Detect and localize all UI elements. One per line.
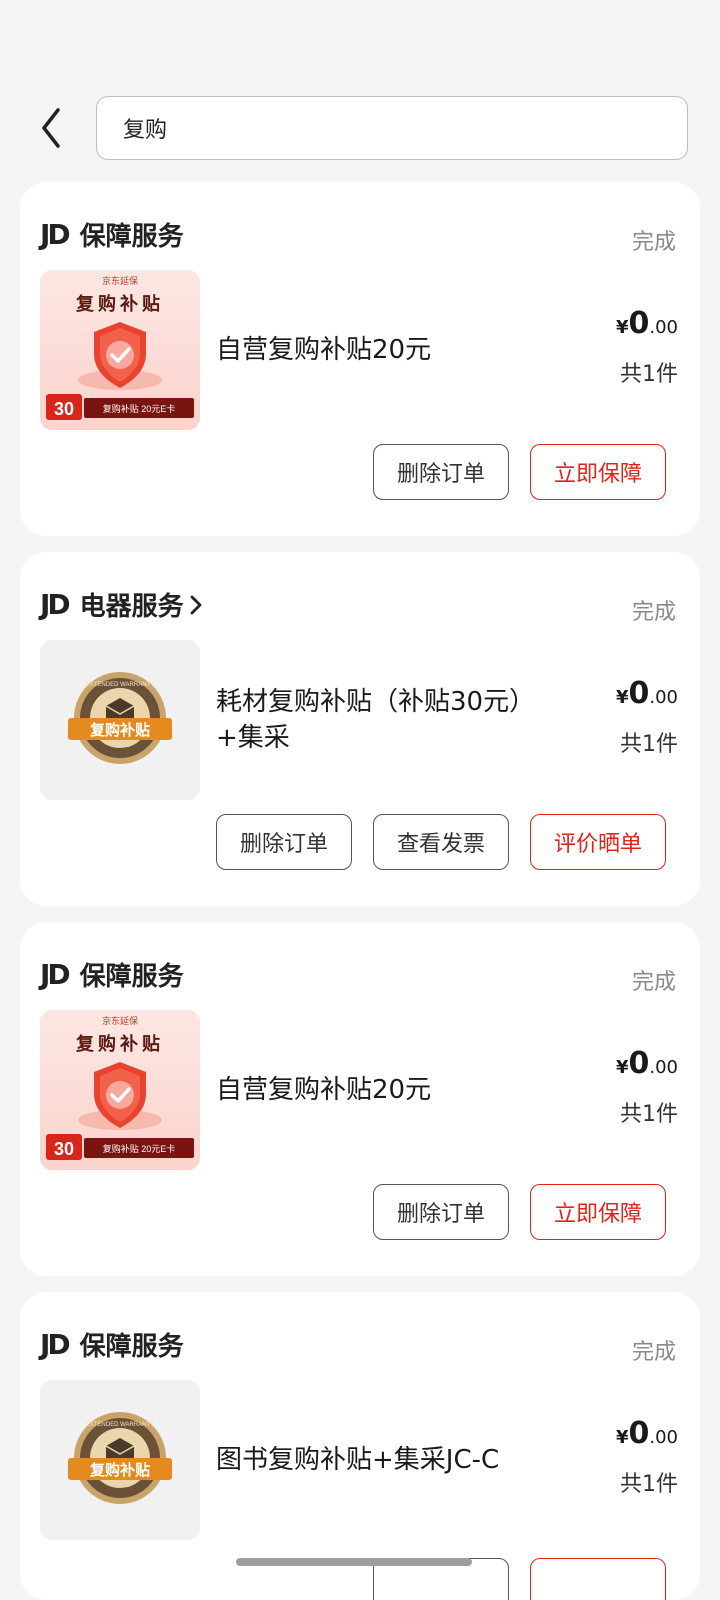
product-name[interactable]: 自营复购补贴20元 bbox=[216, 1072, 556, 1108]
quantity: 共1件 bbox=[620, 362, 678, 387]
view-invoice-button[interactable]: 查看发票 bbox=[373, 814, 509, 870]
shop-name: 保障服务 bbox=[79, 1332, 184, 1362]
shop-header[interactable]: JD 保障服务 bbox=[40, 1326, 184, 1363]
product-thumbnail[interactable]: EXTENDED WARRANTY 复购补贴 bbox=[40, 1380, 200, 1540]
search-input[interactable]: 复购 bbox=[96, 96, 688, 160]
price-symbol: ¥ bbox=[615, 687, 629, 708]
jd-logo: JD bbox=[40, 588, 71, 621]
price-decimal: .00 bbox=[649, 1427, 678, 1448]
quantity: 共1件 bbox=[620, 1102, 678, 1127]
jd-logo: JD bbox=[40, 958, 71, 991]
shop-name: 电器服务 bbox=[79, 592, 184, 622]
shop-header[interactable]: JD 保障服务 bbox=[40, 956, 184, 993]
thumb-badge-num: 30 bbox=[54, 399, 74, 419]
shop-header[interactable]: JD 电器服务 bbox=[40, 586, 204, 623]
order-status: 完成 bbox=[631, 230, 676, 255]
thumb-title: 复购补贴 bbox=[75, 1033, 164, 1054]
order-action-button-primary[interactable] bbox=[530, 1558, 666, 1600]
thumb-badge-num: 30 bbox=[54, 1139, 74, 1159]
delete-order-button[interactable]: 删除订单 bbox=[373, 1184, 509, 1240]
price-decimal: .00 bbox=[649, 1057, 678, 1078]
price-decimal: .00 bbox=[649, 317, 678, 338]
back-arrow-icon[interactable] bbox=[34, 106, 70, 150]
seal-title: 复购补贴 bbox=[89, 721, 150, 739]
shop-header[interactable]: JD 保障服务 bbox=[40, 216, 184, 253]
chevron-right-icon bbox=[190, 595, 202, 614]
seal-title: 复购补贴 bbox=[89, 1461, 150, 1479]
price-integer: 0 bbox=[628, 306, 650, 341]
product-name[interactable]: 图书复购补贴+集采JC-C bbox=[216, 1442, 556, 1478]
price-symbol: ¥ bbox=[615, 1427, 629, 1448]
protect-now-button[interactable]: 立即保障 bbox=[530, 444, 666, 500]
order-status: 完成 bbox=[631, 970, 676, 995]
shop-name: 保障服务 bbox=[79, 222, 184, 252]
order-card[interactable]: JD 电器服务 完成 EXTENDED WARRANTY 复购补贴 耗材复购补贴… bbox=[20, 552, 700, 906]
product-name[interactable]: 耗材复购补贴（补贴30元）+集采 bbox=[216, 684, 556, 756]
price: ¥0.00 bbox=[616, 306, 678, 341]
seal-ring-text: EXTENDED WARRANTY bbox=[86, 682, 154, 688]
shop-name: 保障服务 bbox=[79, 962, 184, 992]
home-indicator[interactable] bbox=[236, 1558, 472, 1566]
price: ¥0.00 bbox=[616, 1046, 678, 1081]
price-integer: 0 bbox=[628, 676, 650, 711]
review-button[interactable]: 评价晒单 bbox=[530, 814, 666, 870]
price-symbol: ¥ bbox=[615, 317, 629, 338]
order-card[interactable]: JD 保障服务 完成 EXTENDED WARRANTY 复购补贴 图书复购补贴… bbox=[20, 1292, 700, 1600]
quantity: 共1件 bbox=[620, 1472, 678, 1497]
search-input-value: 复购 bbox=[123, 118, 168, 143]
price: ¥0.00 bbox=[616, 1416, 678, 1451]
product-name[interactable]: 自营复购补贴20元 bbox=[216, 332, 556, 368]
price-integer: 0 bbox=[628, 1046, 650, 1081]
order-card[interactable]: JD 保障服务 完成 京东延保 复购补贴 30 复购补贴 20元E卡 自营复购补… bbox=[20, 922, 700, 1276]
order-card[interactable]: JD 保障服务 完成 京东延保 复购补贴 30 复购补贴 20元E卡 自营复购补… bbox=[20, 182, 700, 536]
thumb-badge-text: 复购补贴 20元E卡 bbox=[103, 1143, 176, 1154]
price-integer: 0 bbox=[628, 1416, 650, 1451]
product-thumbnail[interactable]: 京东延保 复购补贴 30 复购补贴 20元E卡 bbox=[40, 1010, 200, 1170]
top-bar: 复购 bbox=[0, 88, 720, 168]
product-thumbnail[interactable]: 京东延保 复购补贴 30 复购补贴 20元E卡 bbox=[40, 270, 200, 430]
thumb-badge-text: 复购补贴 20元E卡 bbox=[103, 403, 176, 414]
product-thumbnail[interactable]: EXTENDED WARRANTY 复购补贴 bbox=[40, 640, 200, 800]
protect-now-button[interactable]: 立即保障 bbox=[530, 1184, 666, 1240]
jd-logo: JD bbox=[40, 1328, 71, 1361]
price-symbol: ¥ bbox=[615, 1057, 629, 1078]
delete-order-button[interactable]: 删除订单 bbox=[216, 814, 352, 870]
order-status: 完成 bbox=[631, 600, 676, 625]
thumb-title: 复购补贴 bbox=[75, 293, 164, 314]
delete-order-button[interactable]: 删除订单 bbox=[373, 444, 509, 500]
thumb-brand: 京东延保 bbox=[102, 1015, 138, 1026]
jd-logo: JD bbox=[40, 218, 71, 251]
price: ¥0.00 bbox=[616, 676, 678, 711]
price-decimal: .00 bbox=[649, 687, 678, 708]
seal-ring-text: EXTENDED WARRANTY bbox=[86, 1422, 154, 1428]
quantity: 共1件 bbox=[620, 732, 678, 757]
thumb-brand: 京东延保 bbox=[102, 275, 138, 286]
order-status: 完成 bbox=[631, 1340, 676, 1365]
